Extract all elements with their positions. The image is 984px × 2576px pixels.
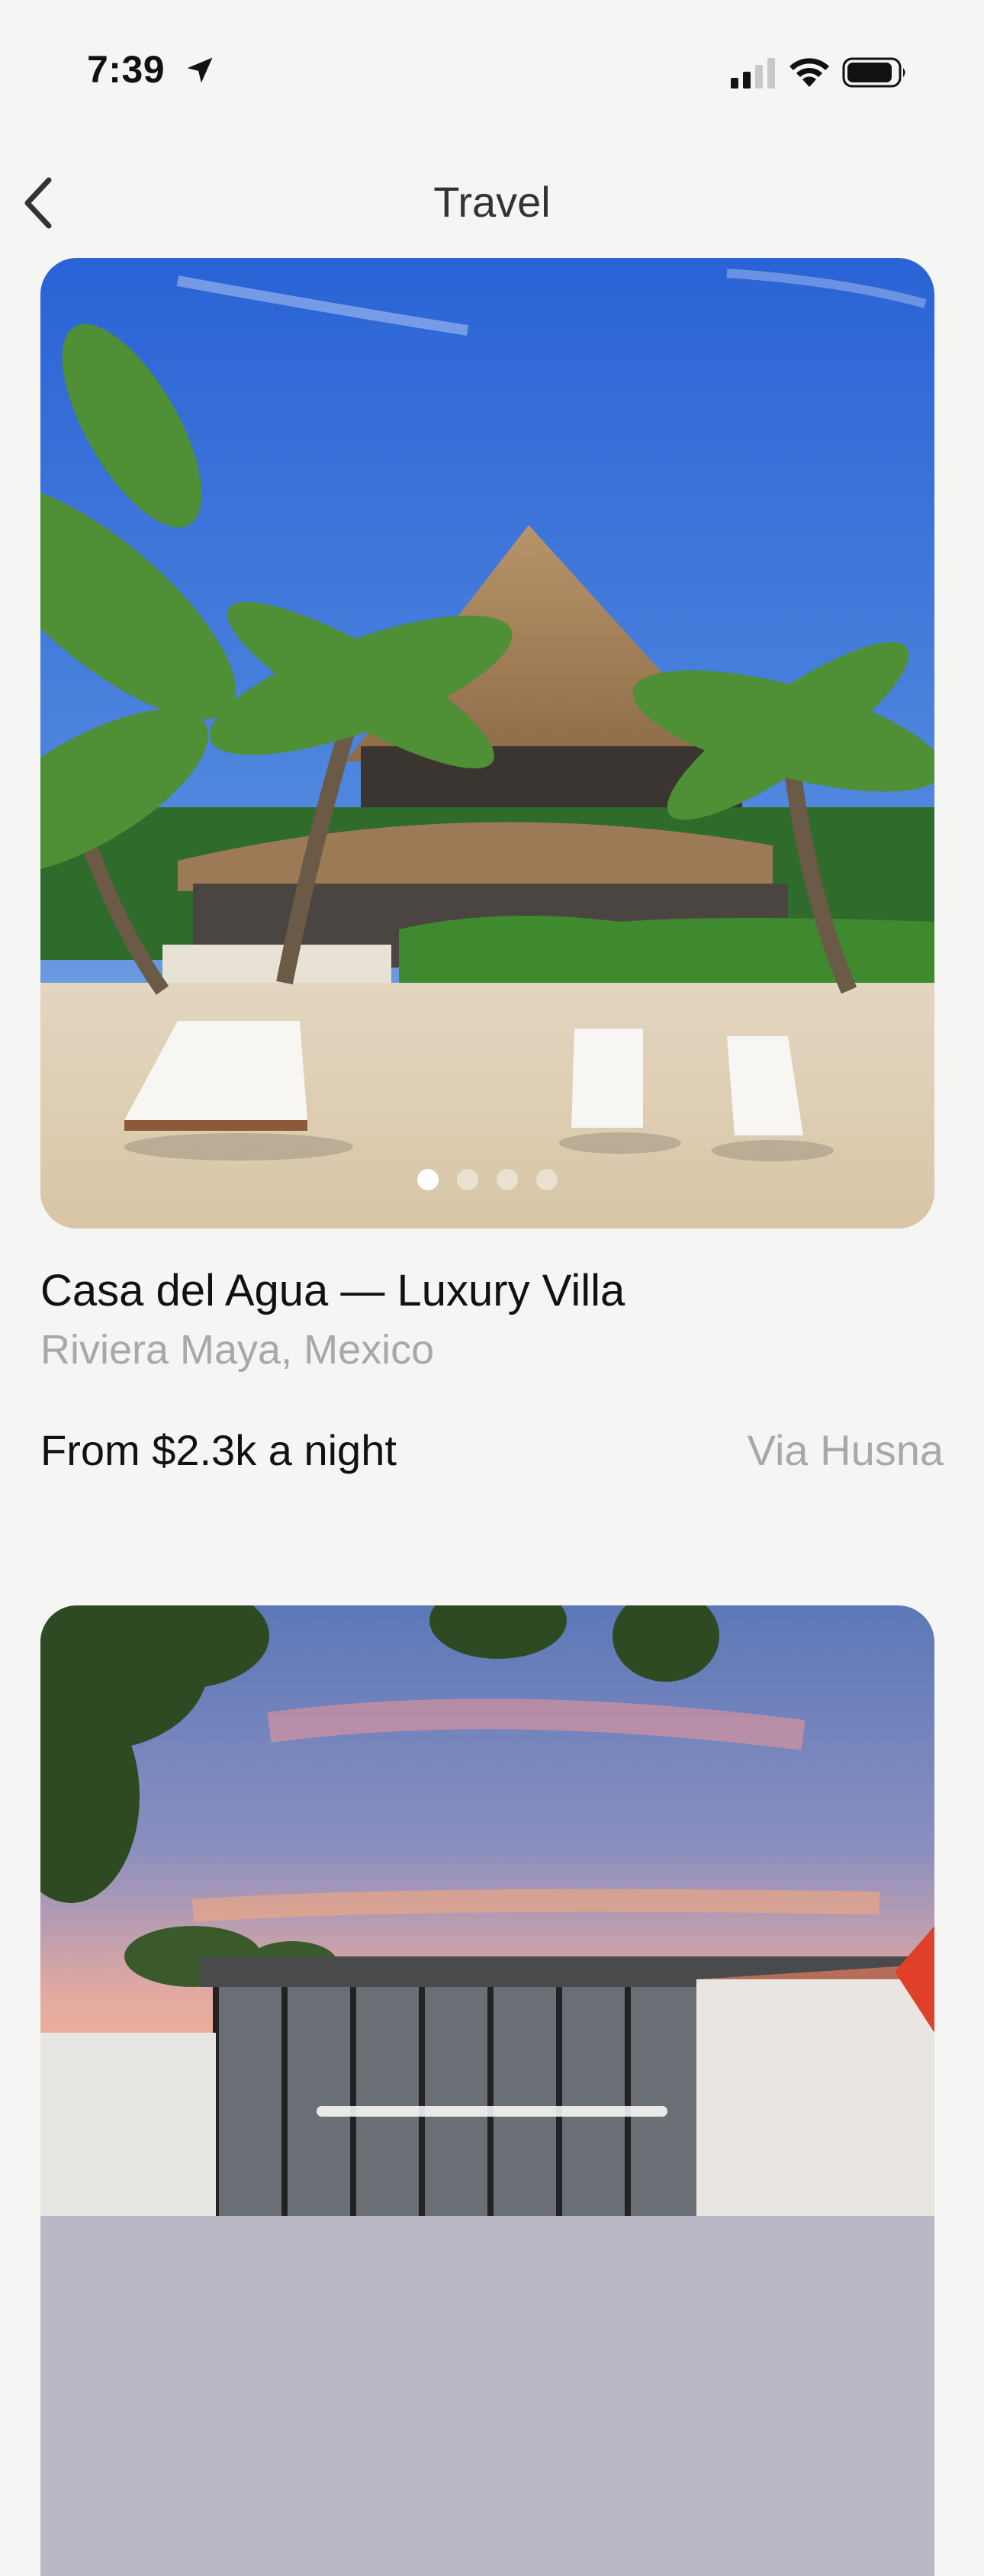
listing-source[interactable]: Via Husna [748,1425,944,1475]
page-title: Travel [433,178,551,226]
carousel-dot-active[interactable] [417,1169,439,1190]
status-time: 7:39 [87,48,166,91]
battery-icon [842,57,905,88]
status-bar: 7:39 [0,0,984,145]
listing-location: Riviera Maya, Mexico [40,1327,435,1373]
listing-photo-carousel[interactable] [40,1605,934,2576]
listing-price: From $2.3k a night [40,1426,397,1474]
carousel-dot[interactable] [536,1169,558,1190]
villa-photo [40,258,934,1228]
house-photo [40,1605,934,2576]
listing-card[interactable]: Casa del Agua — Luxury Villa Riviera May… [40,258,944,1474]
listing-title[interactable]: Casa del Agua — Luxury Villa [40,1265,625,1316]
cellular-signal-icon [731,58,775,89]
listing-photo-carousel[interactable] [40,258,934,1228]
carousel-page-indicator[interactable] [40,1169,934,1190]
listing-card[interactable] [40,1605,934,2576]
carousel-dot[interactable] [497,1169,518,1190]
wifi-icon [789,58,829,87]
location-arrow-icon [187,57,213,83]
carousel-dot[interactable] [457,1169,478,1190]
home-indicator [317,2106,667,2117]
